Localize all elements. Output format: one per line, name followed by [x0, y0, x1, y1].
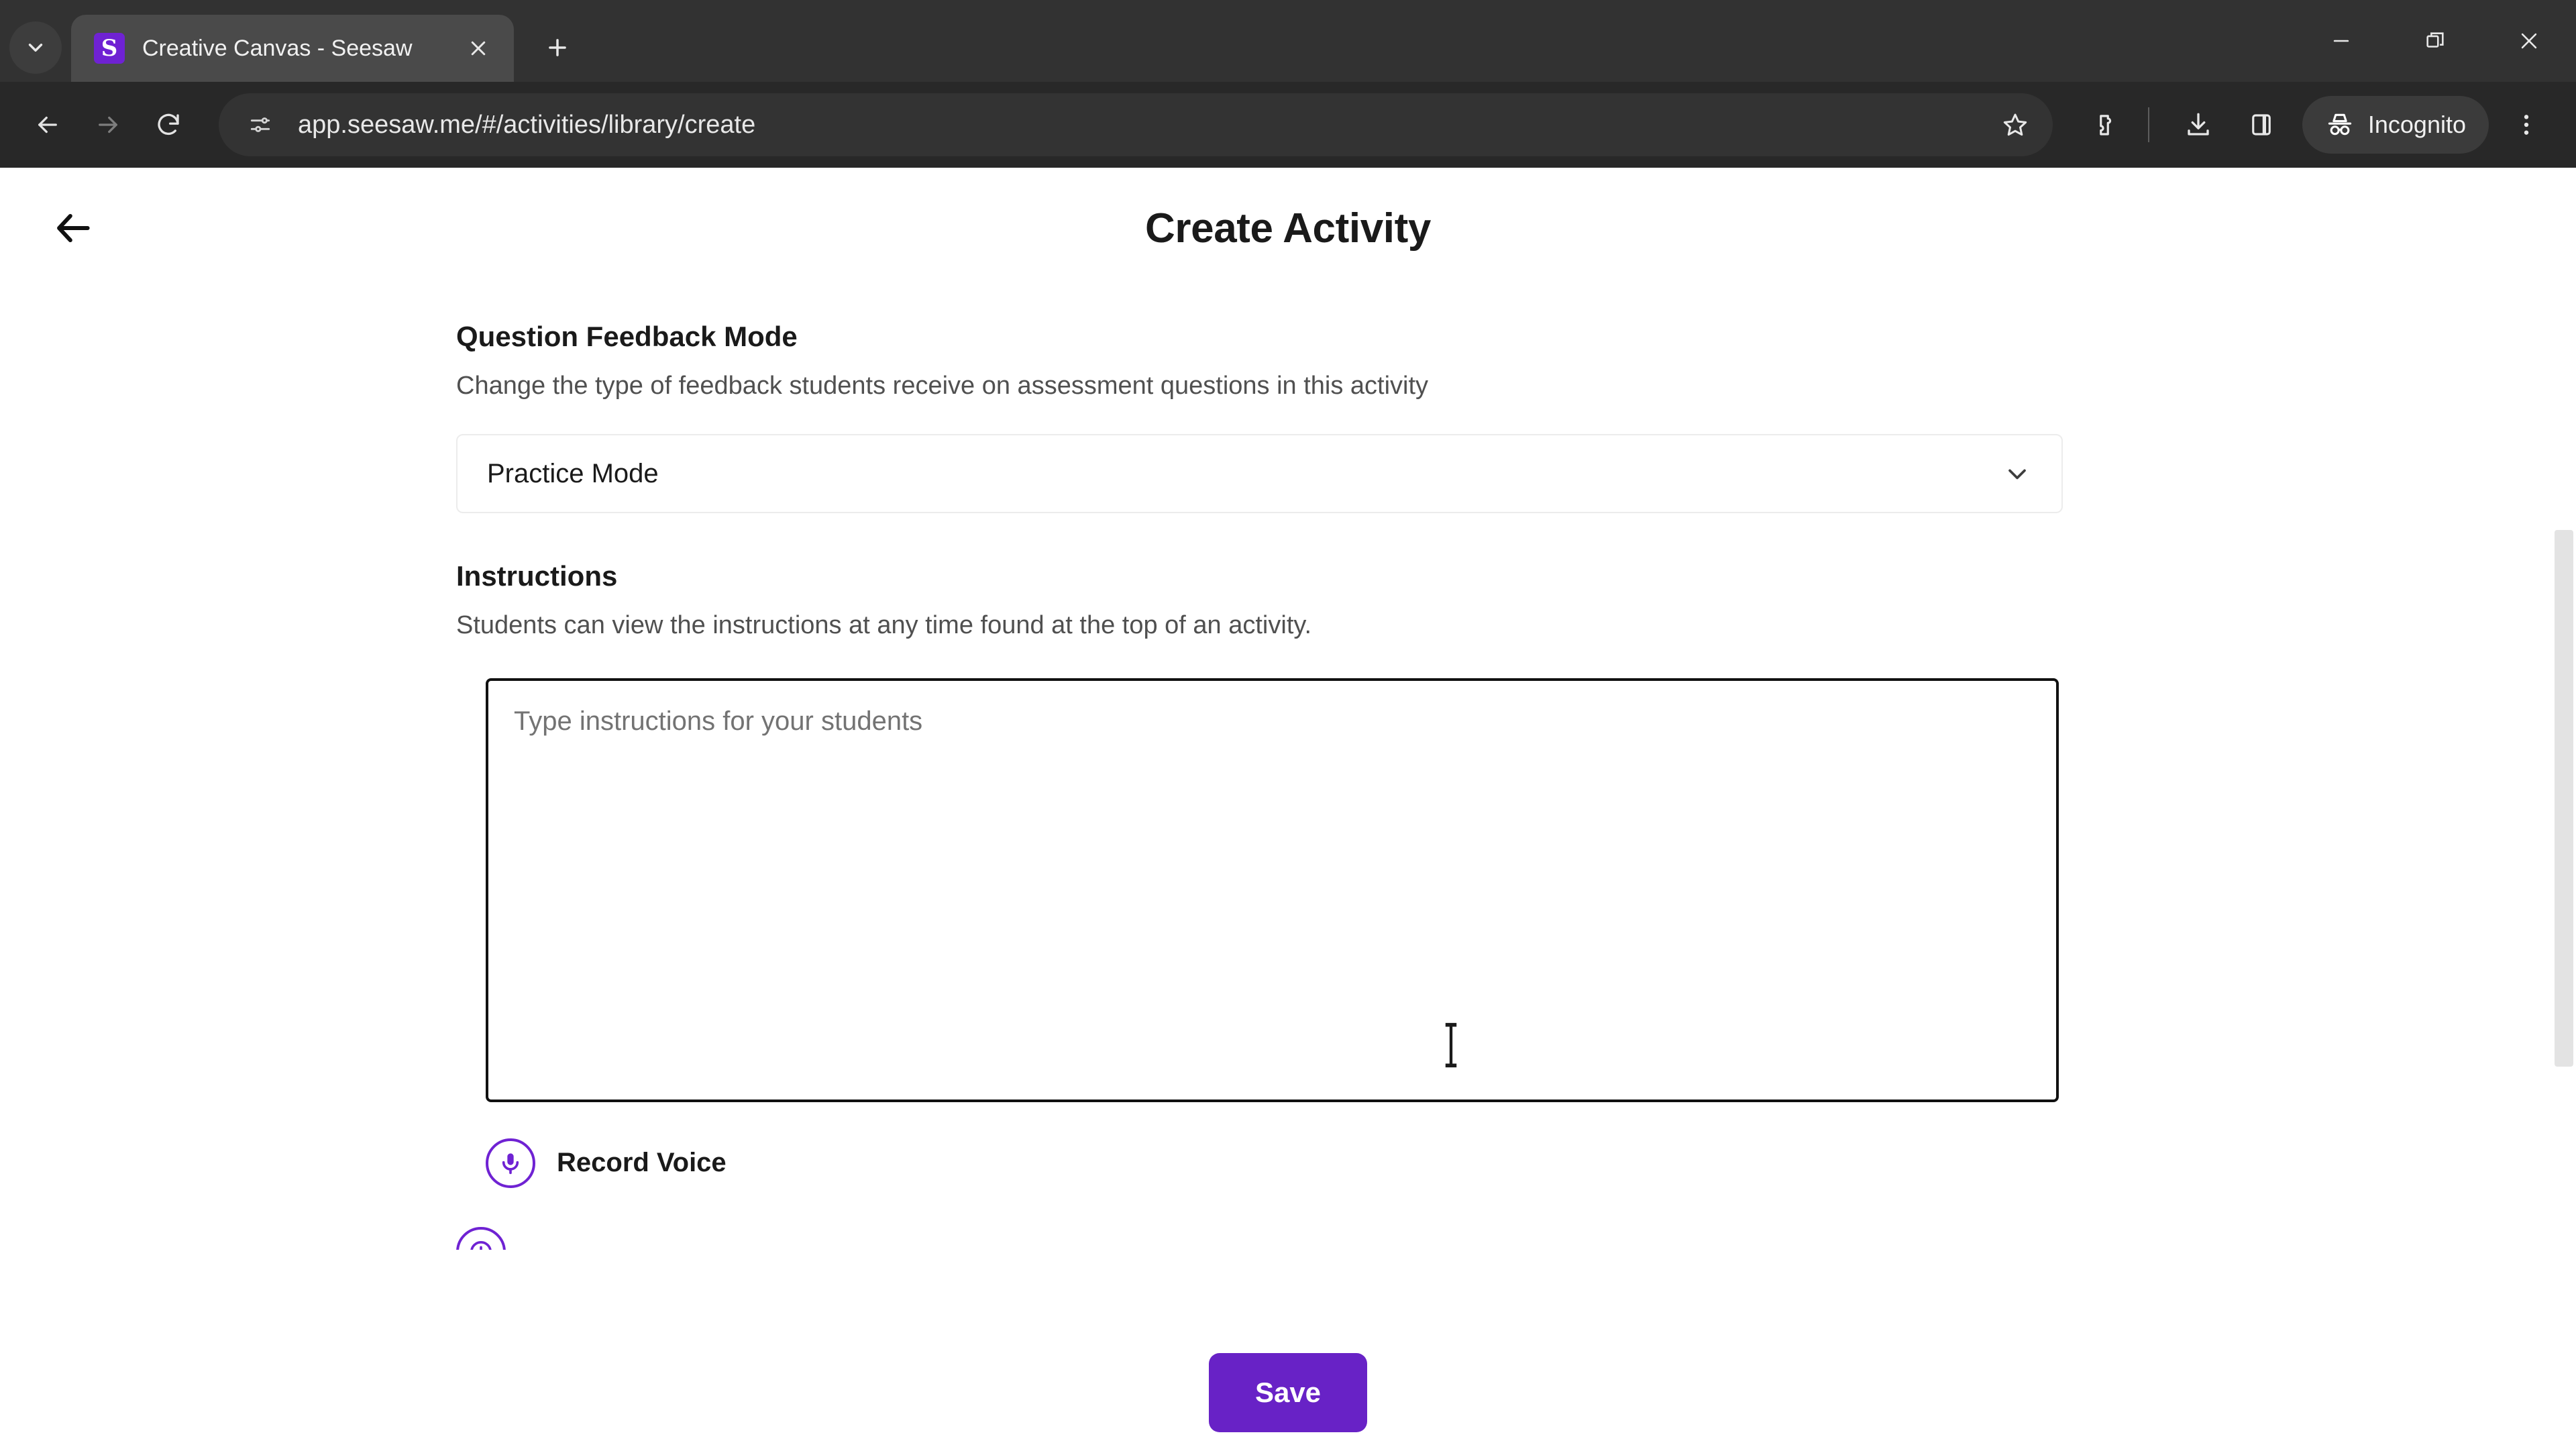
clipped-media-label: [527, 1236, 535, 1250]
close-icon: [2521, 33, 2537, 49]
clipped-media-row[interactable]: [456, 1226, 2063, 1250]
question-feedback-mode-section: Question Feedback Mode Change the type o…: [456, 321, 2063, 514]
extensions-button[interactable]: [2076, 96, 2133, 154]
window-controls: [2294, 0, 2576, 82]
feedback-mode-description: Change the type of feedback students rec…: [456, 372, 1429, 400]
instructions-placeholder: Type instructions for your students: [514, 706, 923, 736]
arrow-left-icon: [57, 213, 90, 243]
form-footer: Save: [0, 1336, 2576, 1449]
restore-icon: [2426, 32, 2444, 48]
instructions-textarea[interactable]: Type instructions for your students: [486, 678, 2059, 1102]
incognito-label: Incognito: [2367, 111, 2466, 138]
chevron-down-icon: [28, 44, 43, 52]
seesaw-favicon: S: [94, 33, 125, 64]
puzzle-icon: [2100, 115, 2111, 136]
new-tab-button[interactable]: [531, 21, 584, 74]
forward-button[interactable]: [78, 95, 138, 155]
browser-window: S Creative Canvas - Seesaw app.seesaw.me…: [0, 0, 2576, 1449]
download-icon: [2188, 113, 2209, 136]
side-panel-icon: [2252, 114, 2271, 136]
incognito-icon: [2328, 113, 2352, 136]
page-header: Create Activity: [0, 168, 2576, 288]
close-icon: [471, 41, 486, 56]
window-close-button[interactable]: [2482, 0, 2576, 82]
create-activity-form: Question Feedback Mode Change the type o…: [456, 321, 2063, 1250]
page-scrollbar-thumb[interactable]: [2555, 530, 2573, 1067]
downloads-button[interactable]: [2169, 96, 2227, 154]
reload-icon: [158, 113, 179, 136]
tab-title: Creative Canvas - Seesaw: [142, 35, 413, 61]
minimize-icon: [2333, 40, 2349, 42]
browser-toolbar: app.seesaw.me/#/activities/library/creat…: [0, 82, 2576, 168]
site-settings-button[interactable]: [240, 105, 280, 145]
incognito-indicator[interactable]: Incognito: [2302, 96, 2489, 154]
maximize-restore-button[interactable]: [2388, 0, 2482, 82]
page-viewport: Create Activity Question Feedback Mode C…: [0, 168, 2576, 1449]
tab-close-button[interactable]: [460, 30, 496, 66]
record-voice-button[interactable]: Record Voice: [486, 1138, 727, 1188]
bookmark-button[interactable]: [1991, 101, 2039, 149]
upload-icon: [456, 1226, 506, 1250]
url-text: app.seesaw.me/#/activities/library/creat…: [298, 110, 756, 139]
instructions-heading: Instructions: [456, 560, 618, 592]
instructions-description: Students can view the instructions at an…: [456, 611, 1312, 640]
page-scrollbar-track[interactable]: [2552, 168, 2576, 1449]
instructions-section: Instructions Students can view the instr…: [456, 560, 2063, 1250]
feedback-mode-selected-value: Practice Mode: [487, 458, 659, 488]
page-title: Create Activity: [1145, 205, 1431, 252]
arrow-right-icon: [99, 116, 117, 133]
tab-search-button[interactable]: [9, 21, 62, 74]
tune-icon: [250, 117, 270, 132]
save-button[interactable]: Save: [1209, 1353, 1367, 1432]
record-voice-label: Record Voice: [557, 1148, 727, 1178]
three-dot-menu-icon: [2524, 115, 2529, 135]
side-panel-button[interactable]: [2233, 96, 2290, 154]
chevron-down-icon: [2002, 459, 2032, 488]
minimize-button[interactable]: [2294, 0, 2388, 82]
toolbar-divider: [2147, 107, 2149, 142]
address-bar[interactable]: app.seesaw.me/#/activities/library/creat…: [219, 93, 2053, 156]
back-button[interactable]: [17, 95, 78, 155]
clipped-media-option[interactable]: [456, 1226, 535, 1250]
favicon-letter: S: [101, 35, 118, 62]
feedback-mode-heading: Question Feedback Mode: [456, 321, 798, 352]
plus-icon: [549, 39, 566, 56]
tab-strip: S Creative Canvas - Seesaw: [0, 0, 2576, 82]
microphone-icon: [486, 1138, 535, 1188]
feedback-mode-select[interactable]: Practice Mode: [456, 434, 2063, 514]
arrow-left-icon: [38, 116, 57, 133]
star-icon: [2003, 113, 2027, 136]
page-back-button[interactable]: [42, 196, 106, 260]
chrome-menu-button[interactable]: [2500, 96, 2553, 154]
browser-tab[interactable]: S Creative Canvas - Seesaw: [71, 15, 514, 82]
reload-button[interactable]: [138, 95, 199, 155]
